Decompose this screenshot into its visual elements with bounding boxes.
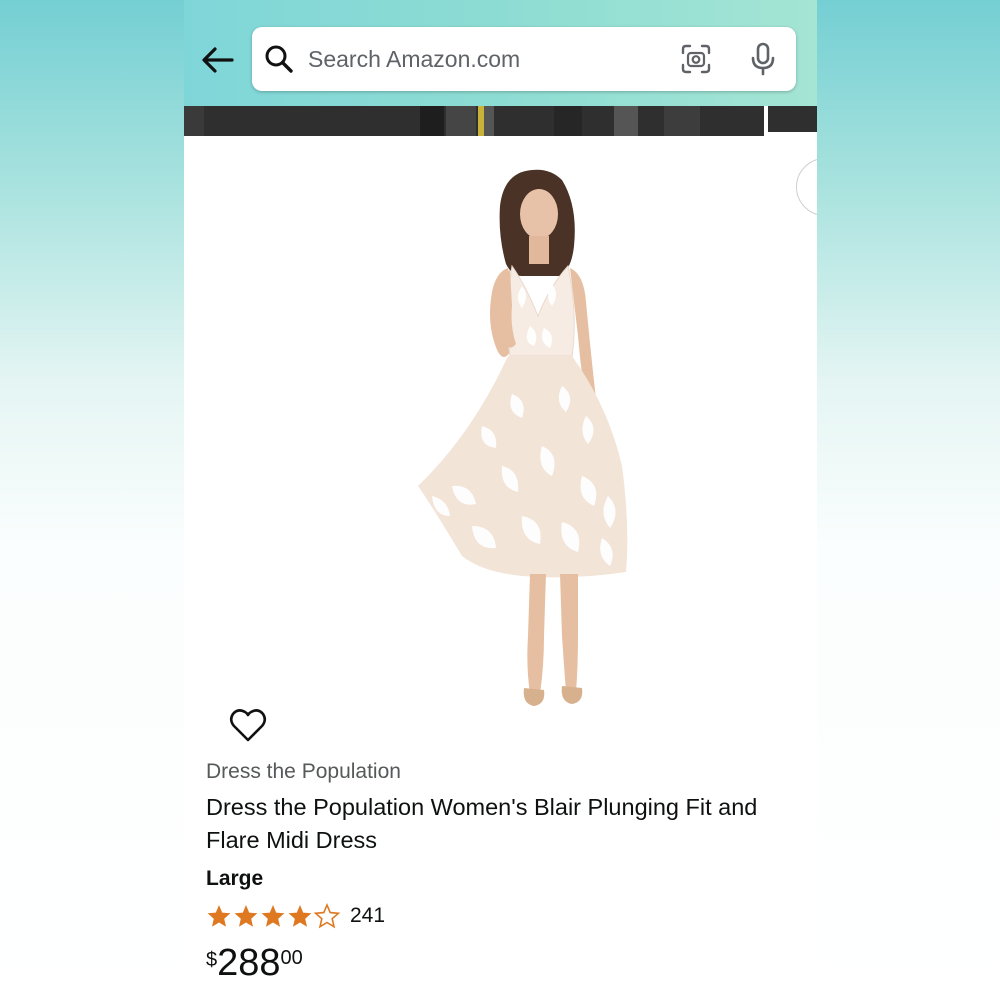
star-full-icon: [207, 905, 231, 927]
rating-count[interactable]: 241: [350, 904, 385, 928]
price-whole: 288: [217, 942, 281, 984]
search-input[interactable]: [308, 41, 668, 77]
back-button[interactable]: [198, 40, 238, 80]
product-image[interactable]: [412, 166, 662, 714]
product-title: Dress the Population Women's Blair Plung…: [206, 794, 758, 853]
background-right: [817, 0, 1000, 1000]
arrow-left-icon: [202, 47, 234, 73]
banner-frame-corner: [764, 106, 817, 136]
brand-link[interactable]: Dress the Population: [206, 760, 401, 784]
price-symbol: $: [206, 949, 218, 971]
search-icon: [265, 45, 293, 73]
rating-summary[interactable]: 241: [206, 901, 385, 931]
star-full-icon: [261, 905, 285, 927]
background-left: [0, 0, 184, 1000]
star-full-icon: [234, 905, 258, 927]
header-bar: [184, 0, 817, 106]
star-empty-icon: [314, 904, 340, 928]
microphone-icon[interactable]: [748, 41, 778, 77]
size-label: Large: [206, 867, 264, 890]
share-button[interactable]: [796, 158, 817, 216]
star-rating: [206, 902, 342, 930]
category-banner-strip: [184, 106, 817, 136]
app-screen: Dress the Population Dress the Populatio…: [184, 0, 817, 1000]
camera-lens-icon[interactable]: [680, 43, 712, 75]
price: $ 288 00: [206, 940, 303, 986]
heart-icon[interactable]: [228, 706, 268, 746]
price-fraction: 00: [280, 947, 303, 969]
search-bar[interactable]: [252, 27, 796, 91]
star-full-icon: [288, 905, 312, 927]
